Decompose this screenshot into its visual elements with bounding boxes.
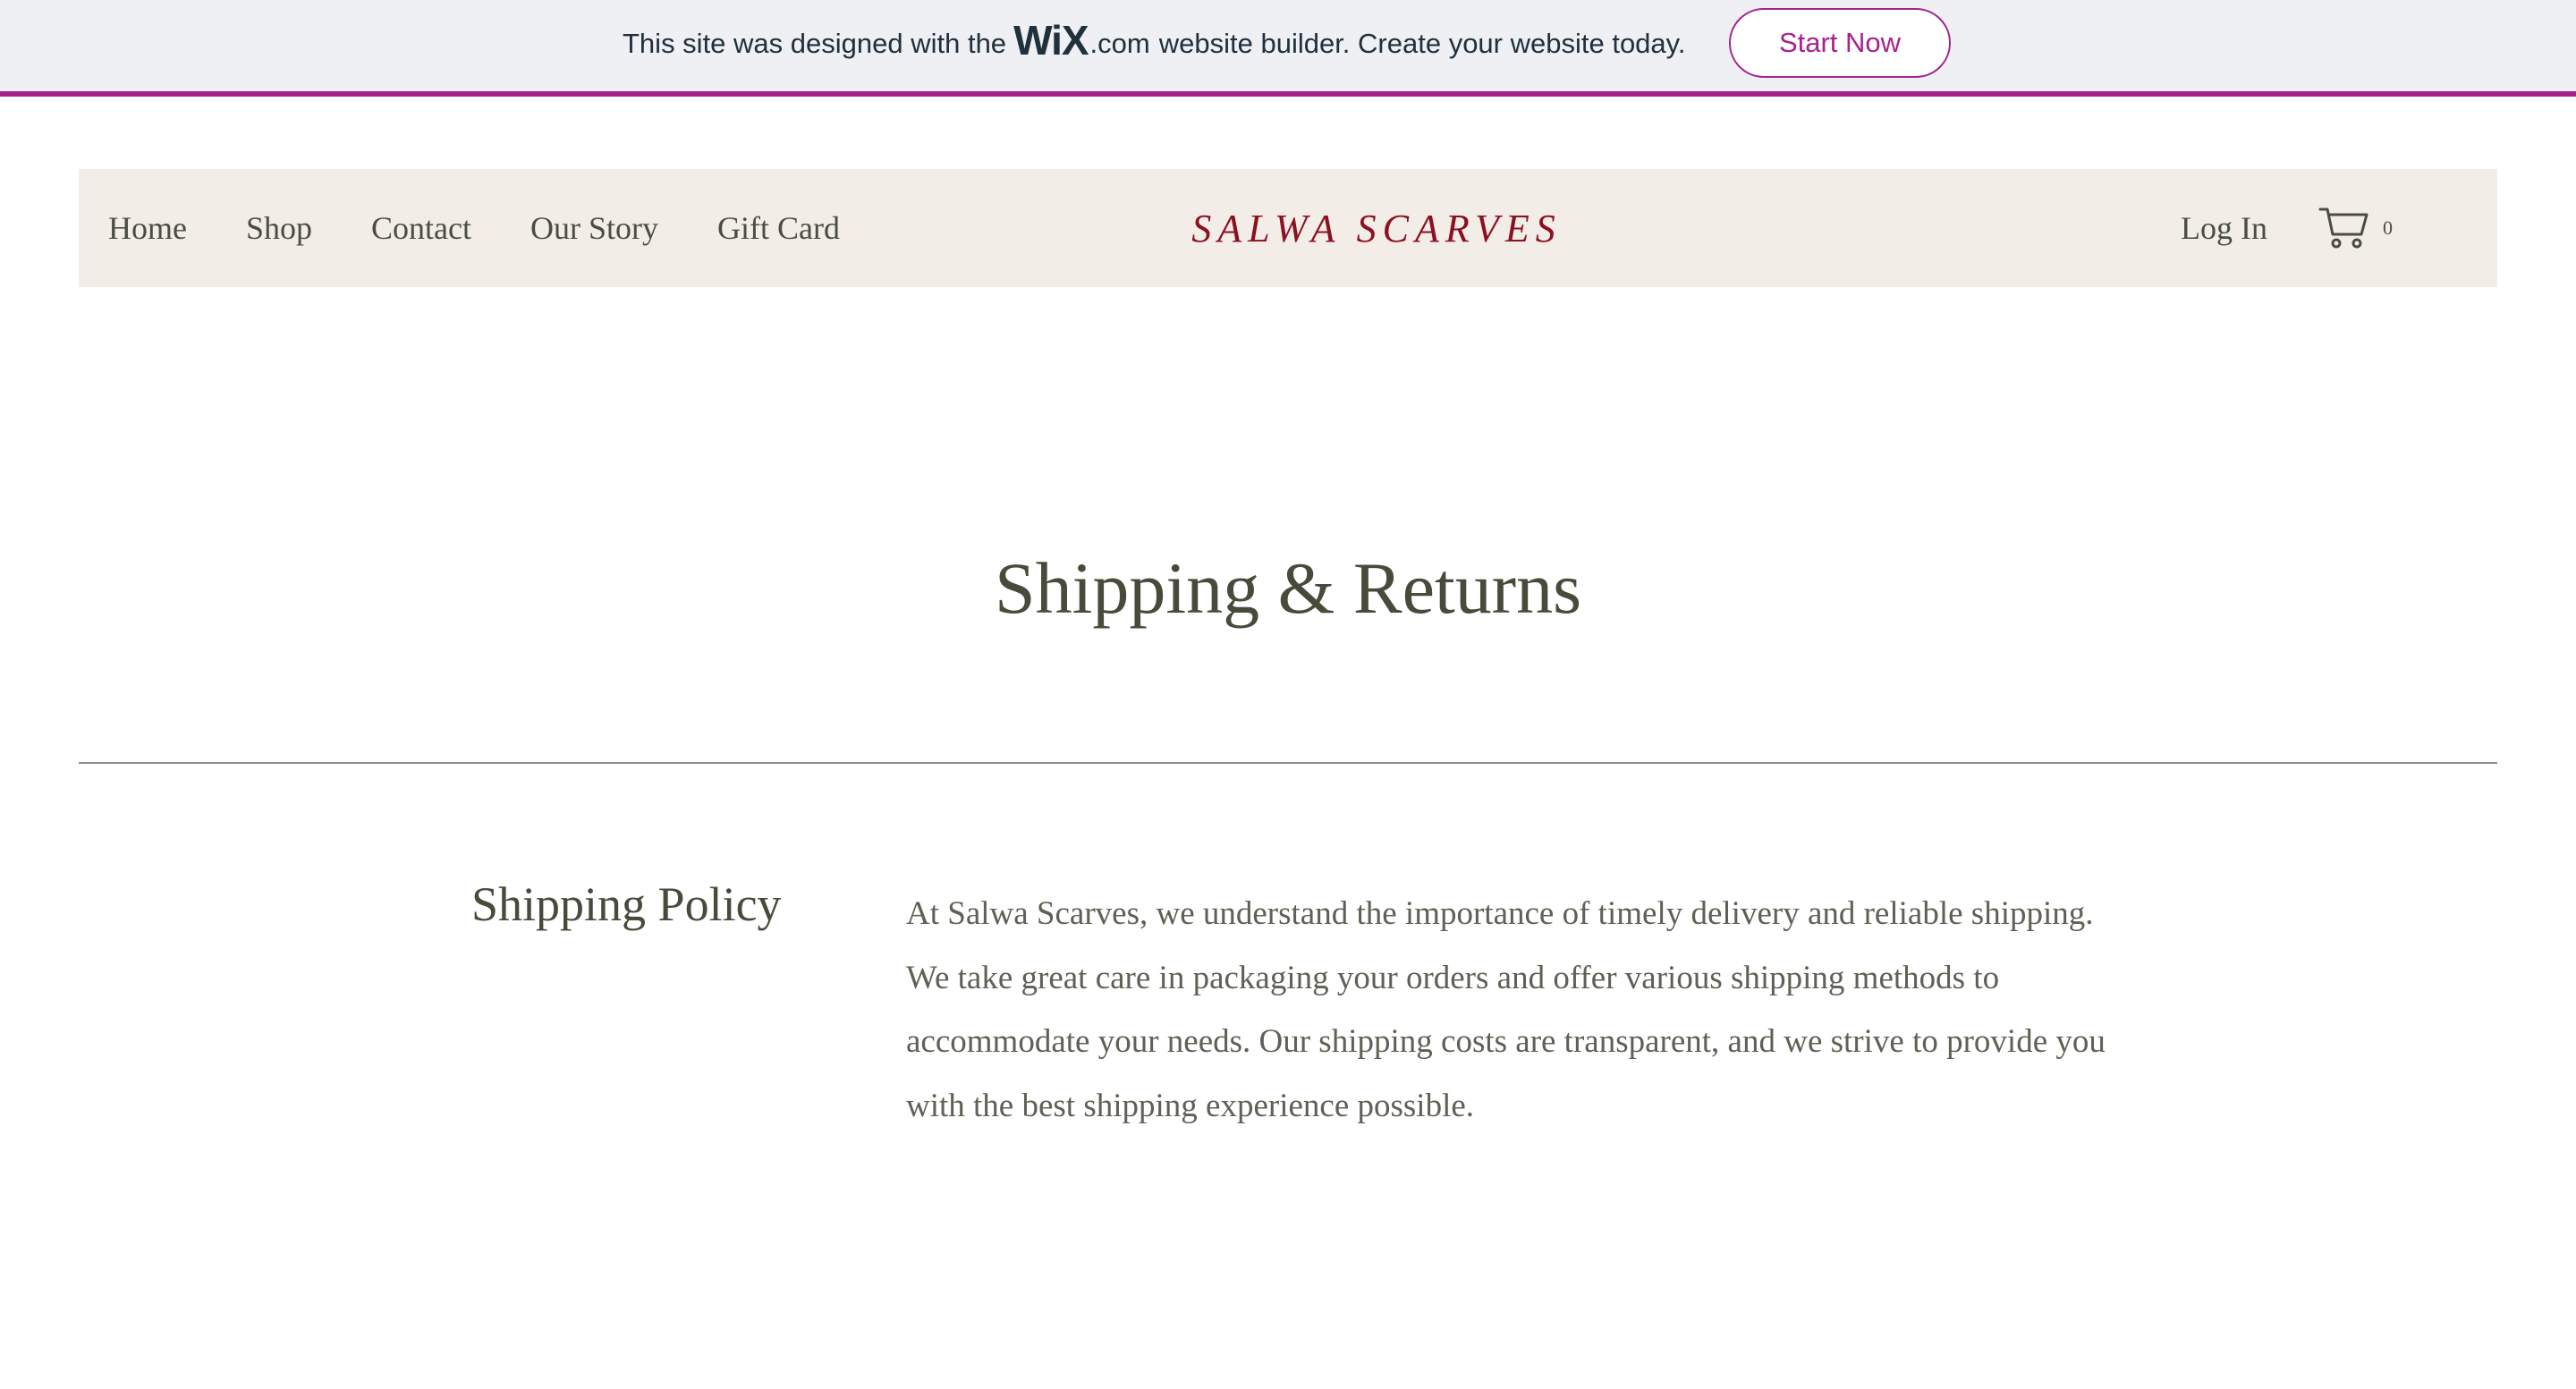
section-divider <box>79 762 2497 764</box>
nav-item-home[interactable]: Home <box>108 209 187 247</box>
main-nav: Home Shop Contact Our Story Gift Card <box>108 169 899 287</box>
login-label: Log In <box>2181 210 2267 246</box>
wix-promo-text-after: website builder. Create your website tod… <box>1158 28 1686 59</box>
site-header: Home Shop Contact Our Story Gift Card SA… <box>79 169 2497 287</box>
nav-item-our-story[interactable]: Our Story <box>530 209 658 247</box>
wix-promo-banner: This site was designed with the WiX .com … <box>0 0 2576 97</box>
cart-button[interactable]: 0 <box>2318 201 2399 255</box>
wix-logo[interactable]: WiX <box>1013 16 1089 64</box>
cart-count: 0 <box>2383 216 2393 239</box>
wix-promo-text-before: This site was designed with the <box>623 28 1007 59</box>
login-link[interactable]: Log In <box>2181 169 2267 287</box>
wix-logo-suffix: .com <box>1089 28 1150 59</box>
nav-item-gift-card[interactable]: Gift Card <box>717 209 840 247</box>
wix-promo-text: This site was designed with the WiX .com … <box>623 0 1685 88</box>
shipping-policy-heading: Shipping Policy <box>471 877 782 931</box>
cart-icon <box>2318 208 2368 249</box>
nav-item-contact[interactable]: Contact <box>371 209 471 247</box>
shipping-policy-text: At Salwa Scarves, we understand the impo… <box>906 895 2106 1124</box>
page-title: Shipping & Returns <box>994 547 1582 629</box>
start-now-button[interactable]: Start Now <box>1729 8 1951 78</box>
site-logo[interactable]: SALWA SCARVES <box>1131 169 1623 287</box>
nav-item-shop[interactable]: Shop <box>246 209 312 247</box>
